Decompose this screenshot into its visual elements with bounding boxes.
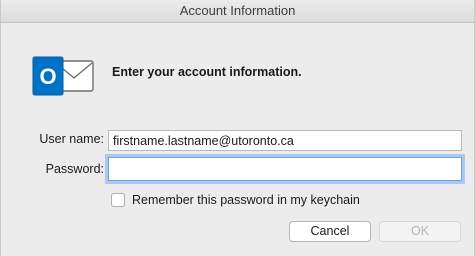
username-label: User name: [39,132,104,146]
outlook-icon: O [27,54,97,98]
password-label: Password: [45,162,104,176]
username-field[interactable] [108,130,462,151]
remember-password-checkbox[interactable] [111,193,125,207]
password-field[interactable] [108,157,462,181]
ok-button[interactable]: OK [379,221,461,242]
dialog-title: Account Information [1,0,474,23]
svg-text:O: O [39,64,56,89]
remember-password-label[interactable]: Remember this password in my keychain [132,193,360,207]
instruction-heading: Enter your account information. [112,65,302,79]
cancel-button[interactable]: Cancel [289,221,371,242]
account-information-dialog: Account Information O Enter your account… [0,0,475,256]
remember-password-option[interactable]: Remember this password in my keychain [111,192,360,208]
